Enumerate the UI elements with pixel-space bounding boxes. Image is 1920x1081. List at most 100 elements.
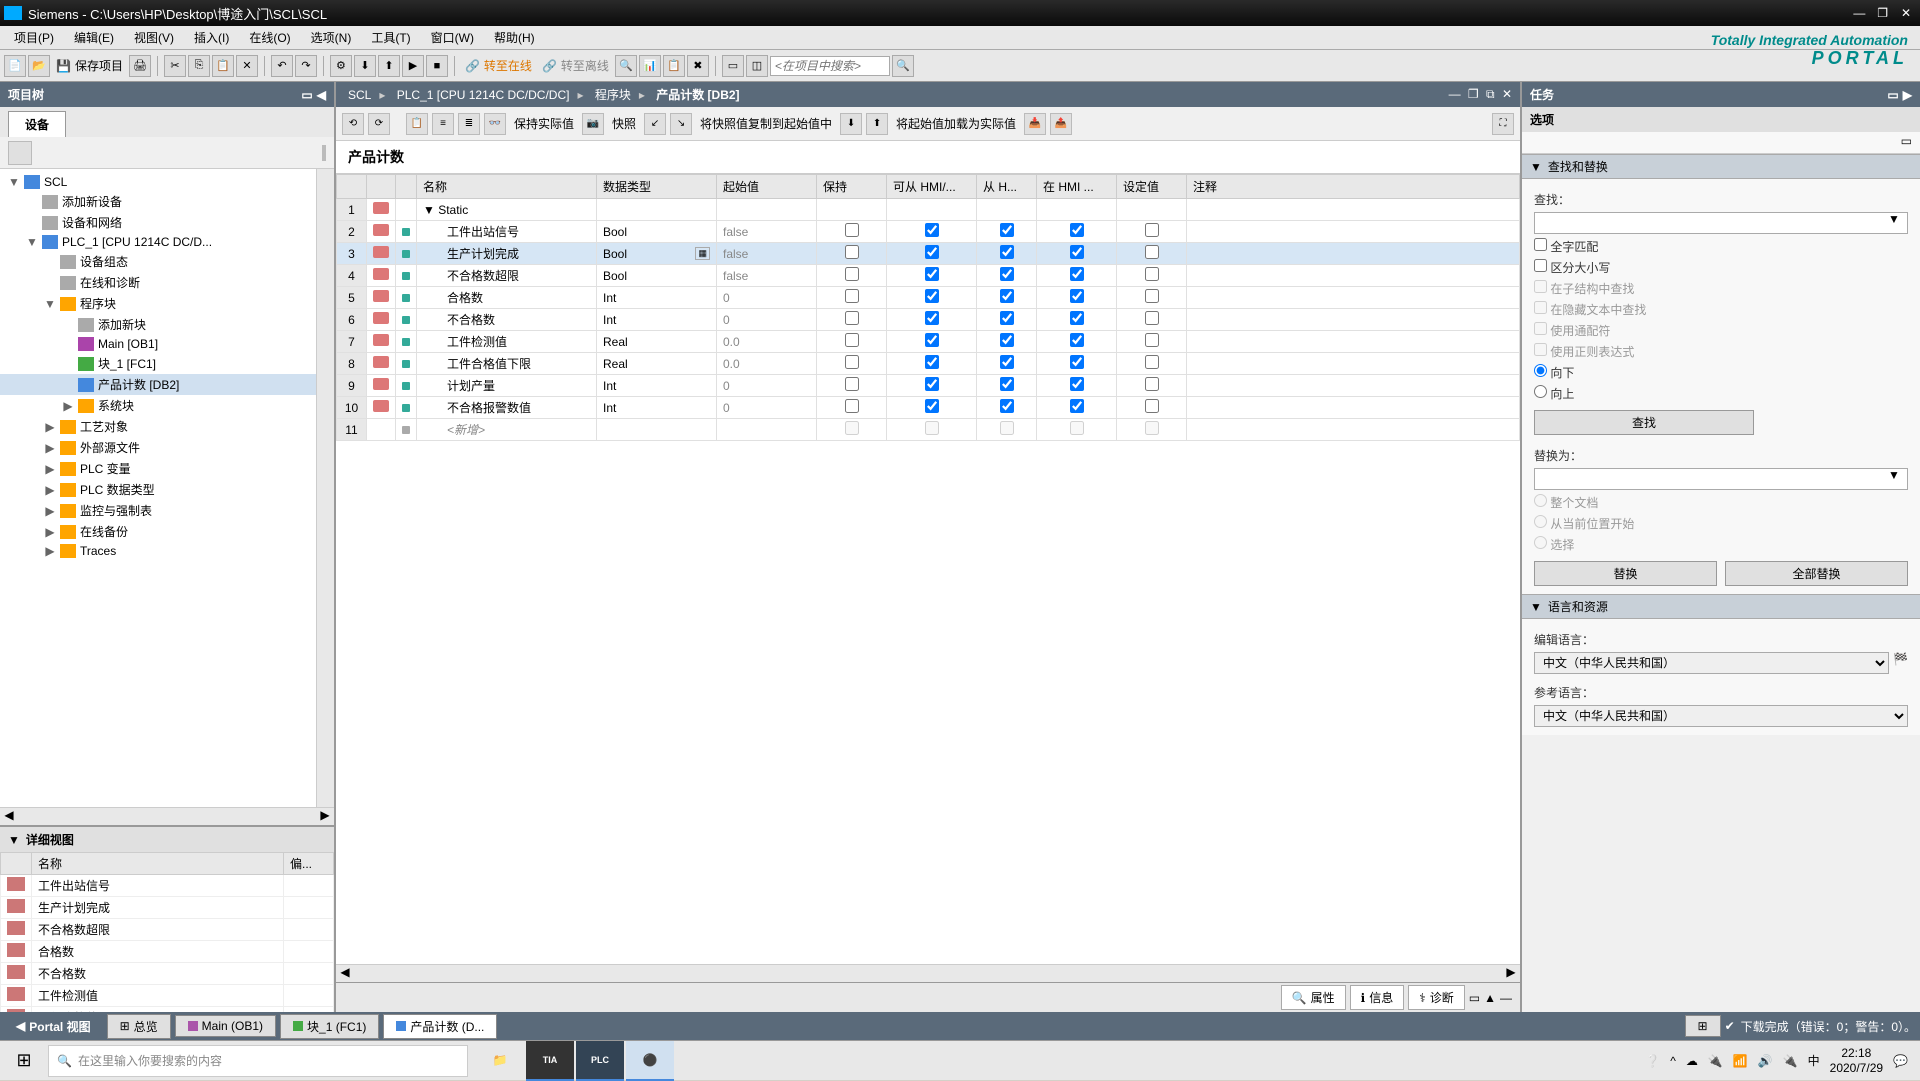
checkbox[interactable]: [1000, 399, 1014, 413]
menu-tools[interactable]: 工具(T): [361, 27, 420, 48]
et-icon-7[interactable]: 📷: [582, 113, 604, 135]
tree-item[interactable]: ▶外部源文件: [0, 437, 316, 458]
checkbox[interactable]: [925, 245, 939, 259]
expand-icon[interactable]: ▼: [44, 297, 56, 311]
editor-close-icon[interactable]: ✕: [1502, 87, 1512, 101]
et-icon-1[interactable]: ⟲: [342, 113, 364, 135]
download-icon[interactable]: ⬇: [354, 55, 376, 77]
checkbox[interactable]: [1000, 289, 1014, 303]
editor-float-icon[interactable]: ⧉: [1486, 87, 1495, 101]
db-row[interactable]: 3生产计划完成Bool ▦false: [337, 243, 1520, 265]
tree-item[interactable]: ▶监控与强制表: [0, 500, 316, 521]
minimize-button[interactable]: —: [1851, 6, 1867, 20]
pin-icon[interactable]: ◀: [317, 88, 326, 102]
replace-all-button[interactable]: 全部替换: [1725, 561, 1908, 586]
tree-item[interactable]: ▼程序块: [0, 293, 316, 314]
tree-item[interactable]: ▶PLC 变量: [0, 458, 316, 479]
var-init[interactable]: false: [717, 221, 817, 243]
opt-tool-icon[interactable]: ▭: [1901, 134, 1912, 151]
var-type[interactable]: Bool: [597, 221, 717, 243]
detail-row[interactable]: 不合格数: [1, 963, 334, 985]
detail-row[interactable]: 工件合格值下限: [1, 1007, 334, 1013]
find-input[interactable]: [1534, 212, 1908, 234]
checkbox[interactable]: [1070, 245, 1084, 259]
checkbox[interactable]: [925, 267, 939, 281]
replace-button[interactable]: 替换: [1534, 561, 1717, 586]
tree-item[interactable]: 块_1 [FC1]: [0, 353, 316, 374]
checkbox[interactable]: [1070, 377, 1084, 391]
tasks-icon2[interactable]: ▶: [1903, 88, 1912, 102]
expand-icon[interactable]: ▶: [44, 462, 56, 476]
overview-tab[interactable]: ⊞ 总览: [107, 1014, 171, 1039]
editor-maximize-icon[interactable]: ❐: [1468, 87, 1479, 101]
et-icon-3[interactable]: 📋: [406, 113, 428, 135]
menu-project[interactable]: 项目(P): [4, 27, 64, 48]
var-type[interactable]: Int: [597, 309, 717, 331]
menu-view[interactable]: 视图(V): [124, 27, 184, 48]
var-name[interactable]: 工件合格值下限: [417, 353, 597, 375]
devices-tab[interactable]: 设备: [8, 111, 66, 137]
tree-view2-icon[interactable]: [324, 145, 326, 161]
expand-icon[interactable]: ▼: [8, 175, 20, 189]
detail-col-name[interactable]: 名称: [32, 853, 284, 875]
detail-row[interactable]: 工件检测值: [1, 985, 334, 1007]
var-name[interactable]: 合格数: [417, 287, 597, 309]
var-name[interactable]: 不合格数: [417, 309, 597, 331]
tree-item[interactable]: ▼PLC_1 [CPU 1214C DC/D...: [0, 233, 316, 251]
taskbar-search[interactable]: 🔍 在这里输入你要搜索的内容: [48, 1045, 468, 1077]
replace-input[interactable]: [1534, 468, 1908, 490]
main-ob-tab[interactable]: Main (OB1): [175, 1015, 276, 1037]
delete-icon[interactable]: ✕: [236, 55, 258, 77]
dir-up-radio[interactable]: 向上: [1534, 385, 1908, 402]
tool-icon[interactable]: 🔍: [615, 55, 637, 77]
checkbox[interactable]: [1070, 267, 1084, 281]
copy-snapshot-button[interactable]: 将快照值复制到起始值中: [696, 113, 836, 134]
expand-icon[interactable]: ▶: [44, 504, 56, 518]
compile-icon[interactable]: ⚙: [330, 55, 352, 77]
tree-item[interactable]: ▶在线备份: [0, 521, 316, 542]
project-search-input[interactable]: [770, 56, 890, 76]
menu-help[interactable]: 帮助(H): [484, 27, 545, 48]
tree-item[interactable]: 添加新块: [0, 314, 316, 335]
var-init[interactable]: 0: [717, 397, 817, 419]
var-type[interactable]: Int: [597, 375, 717, 397]
add-new-row[interactable]: <新增>: [417, 419, 597, 441]
checkbox[interactable]: [845, 245, 859, 259]
flag-icon[interactable]: 🏁: [1893, 652, 1908, 674]
tree-item[interactable]: ▶PLC 数据类型: [0, 479, 316, 500]
checkbox[interactable]: [1145, 333, 1159, 347]
checkbox[interactable]: [1000, 377, 1014, 391]
maximize-button[interactable]: ❐: [1875, 6, 1891, 20]
db-row[interactable]: 8工件合格值下限Real0.0: [337, 353, 1520, 375]
redo-icon[interactable]: ↷: [295, 55, 317, 77]
checkbox[interactable]: [1070, 223, 1084, 237]
tree-item[interactable]: 在线和诊断: [0, 272, 316, 293]
tree-tool-icon[interactable]: [8, 141, 32, 165]
tool2-icon[interactable]: 📊: [639, 55, 661, 77]
notifications-icon[interactable]: 💬: [1893, 1054, 1908, 1068]
tool3-icon[interactable]: 📋: [663, 55, 685, 77]
checkbox[interactable]: [1145, 377, 1159, 391]
db-row[interactable]: 9计划产量Int0: [337, 375, 1520, 397]
col-hmi-v[interactable]: 在 HMI ...: [1037, 175, 1117, 199]
edit-lang-select[interactable]: 中文（中华人民共和国）: [1534, 652, 1889, 674]
var-name[interactable]: 计划产量: [417, 375, 597, 397]
col-hmi-r[interactable]: 可从 HMI/...: [887, 175, 977, 199]
open-project-icon[interactable]: 📂: [28, 55, 50, 77]
tree-item[interactable]: 产品计数 [DB2]: [0, 374, 316, 395]
upload-icon[interactable]: ⬆: [378, 55, 400, 77]
checkbox[interactable]: [845, 267, 859, 281]
close-button[interactable]: ✕: [1898, 6, 1914, 20]
case-checkbox[interactable]: 区分大小写: [1534, 259, 1908, 276]
tree-scroll-right[interactable]: ▶: [316, 808, 334, 825]
et-icon-2[interactable]: ⟳: [368, 113, 390, 135]
checkbox[interactable]: [845, 399, 859, 413]
et-icon-8[interactable]: ↙: [644, 113, 666, 135]
expand-icon[interactable]: ▶: [44, 544, 56, 558]
checkbox[interactable]: [925, 355, 939, 369]
inspector-min2-icon[interactable]: —: [1500, 991, 1512, 1005]
et-icon-5[interactable]: ≣: [458, 113, 480, 135]
power-tray-icon[interactable]: 🔌: [1783, 1054, 1798, 1068]
portal-view-button[interactable]: ◀ Portal 视图: [4, 1015, 103, 1038]
inspector-min-icon[interactable]: ▭: [1469, 991, 1480, 1005]
